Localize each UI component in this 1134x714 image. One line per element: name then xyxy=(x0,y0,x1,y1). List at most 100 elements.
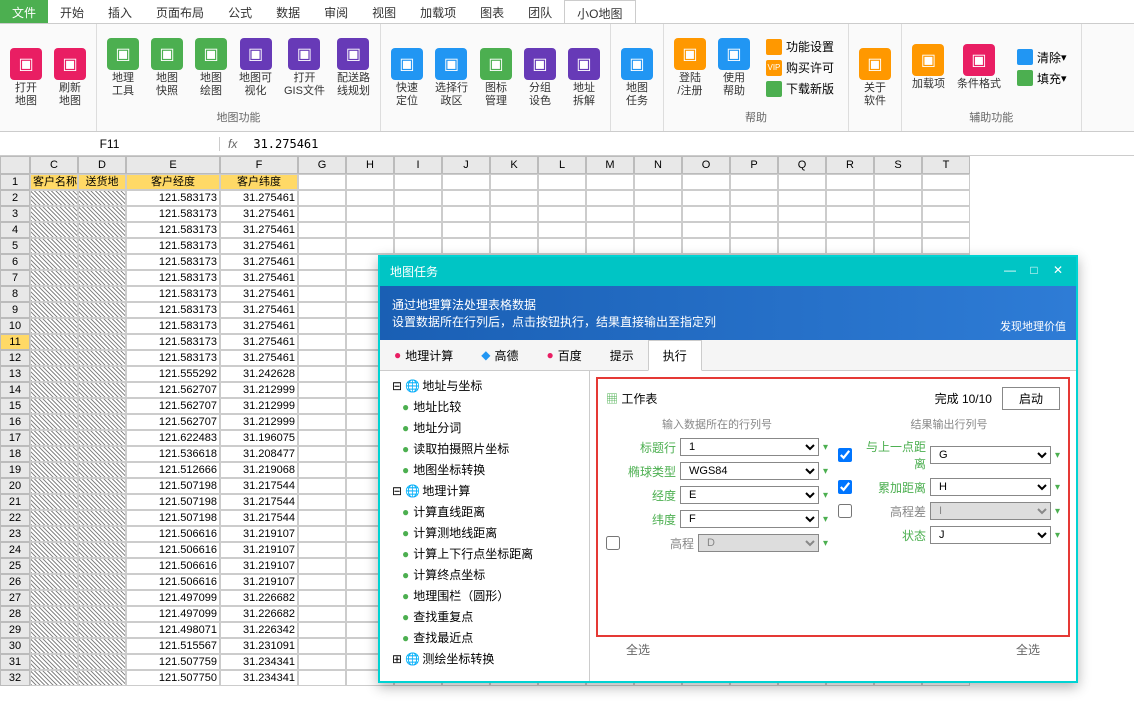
cell[interactable] xyxy=(586,174,634,190)
row-header[interactable]: 9 xyxy=(0,302,30,318)
cell[interactable] xyxy=(730,222,778,238)
cell[interactable] xyxy=(30,206,78,222)
cell[interactable] xyxy=(682,222,730,238)
cell-header[interactable]: 送货地 xyxy=(78,174,126,190)
cell[interactable] xyxy=(30,398,78,414)
row-header[interactable]: 31 xyxy=(0,654,30,670)
ribbon-btn[interactable]: ▣加载项 xyxy=(906,28,951,107)
col-header-S[interactable]: S xyxy=(874,156,922,174)
tree-addr-coord[interactable]: ⊟ 🌐地址与坐标 xyxy=(384,375,585,396)
cell[interactable]: 121.562707 xyxy=(126,382,220,398)
maximize-button[interactable]: □ xyxy=(1026,263,1042,279)
row-header[interactable]: 3 xyxy=(0,206,30,222)
cell[interactable] xyxy=(346,206,394,222)
cell[interactable] xyxy=(30,638,78,654)
cell[interactable]: 31.208477 xyxy=(220,446,298,462)
cell[interactable] xyxy=(538,206,586,222)
cell[interactable]: 121.555292 xyxy=(126,366,220,382)
cell[interactable] xyxy=(778,190,826,206)
cell[interactable]: 121.507759 xyxy=(126,654,220,670)
btn-download[interactable]: 下载新版 xyxy=(762,78,838,99)
tree-survey[interactable]: ⊞ 🌐测绘坐标转换 xyxy=(384,648,585,669)
ribbon-btn[interactable]: ▣使用 帮助 xyxy=(712,28,756,107)
ribbon-btn[interactable]: ▣条件格式 xyxy=(951,28,1007,107)
tree-item[interactable]: ●查找重复点 xyxy=(384,606,585,627)
col-header-K[interactable]: K xyxy=(490,156,538,174)
col-header-E[interactable]: E xyxy=(126,156,220,174)
cell[interactable] xyxy=(442,174,490,190)
cell[interactable]: 121.583173 xyxy=(126,190,220,206)
cell[interactable] xyxy=(78,654,126,670)
cell[interactable] xyxy=(30,350,78,366)
form-select[interactable]: J xyxy=(930,526,1051,544)
tab-insert[interactable]: 插入 xyxy=(96,0,144,23)
form-select[interactable]: I xyxy=(930,502,1051,520)
cell[interactable] xyxy=(586,206,634,222)
cell[interactable] xyxy=(78,206,126,222)
row-header[interactable]: 17 xyxy=(0,430,30,446)
tab-addin[interactable]: 加载项 xyxy=(408,0,468,23)
row-header[interactable]: 10 xyxy=(0,318,30,334)
cell[interactable] xyxy=(78,238,126,254)
cell[interactable] xyxy=(298,654,346,670)
cell[interactable] xyxy=(538,238,586,254)
ribbon-btn[interactable]: ▣选择行 政区 xyxy=(429,28,474,127)
cell[interactable] xyxy=(490,222,538,238)
cell[interactable] xyxy=(78,270,126,286)
cell[interactable] xyxy=(298,414,346,430)
cell[interactable] xyxy=(394,238,442,254)
cell[interactable] xyxy=(30,494,78,510)
cell[interactable] xyxy=(394,190,442,206)
cell[interactable]: 31.219068 xyxy=(220,462,298,478)
cell[interactable]: 121.583173 xyxy=(126,334,220,350)
name-box[interactable]: F11 xyxy=(0,137,220,151)
cell[interactable] xyxy=(826,206,874,222)
cell[interactable] xyxy=(78,478,126,494)
row-header[interactable]: 26 xyxy=(0,574,30,590)
formula-input[interactable]: 31.275461 xyxy=(245,137,1134,151)
cell[interactable] xyxy=(442,206,490,222)
ribbon-btn[interactable]: ▣地图 绘图 xyxy=(189,28,233,107)
cell[interactable] xyxy=(30,318,78,334)
row-header[interactable]: 21 xyxy=(0,494,30,510)
dlg-tab-hint[interactable]: 提示 xyxy=(596,340,648,370)
select-all-corner[interactable] xyxy=(0,156,30,174)
cell[interactable] xyxy=(78,382,126,398)
tree-item[interactable]: ●计算测地线距离 xyxy=(384,522,585,543)
ribbon-btn[interactable]: ▣分组 设色 xyxy=(518,28,562,127)
cell[interactable] xyxy=(78,414,126,430)
cell[interactable] xyxy=(78,398,126,414)
cell[interactable]: 31.275461 xyxy=(220,206,298,222)
cell[interactable] xyxy=(298,334,346,350)
cell[interactable] xyxy=(298,398,346,414)
start-button[interactable]: 启动 xyxy=(1002,387,1060,410)
form-select[interactable]: H xyxy=(930,478,1051,496)
cell[interactable] xyxy=(490,174,538,190)
cell[interactable]: 31.275461 xyxy=(220,254,298,270)
ribbon-btn[interactable]: ▣打开 地图 xyxy=(4,28,48,127)
cell[interactable]: 31.275461 xyxy=(220,302,298,318)
cell[interactable] xyxy=(298,350,346,366)
row-header[interactable]: 32 xyxy=(0,670,30,686)
cell[interactable] xyxy=(682,238,730,254)
cell[interactable]: 31.212999 xyxy=(220,414,298,430)
cell[interactable] xyxy=(78,222,126,238)
row-header[interactable]: 1 xyxy=(0,174,30,190)
cell[interactable]: 31.217544 xyxy=(220,510,298,526)
cell[interactable] xyxy=(30,334,78,350)
tab-layout[interactable]: 页面布局 xyxy=(144,0,216,23)
tab-home[interactable]: 开始 xyxy=(48,0,96,23)
col-header-I[interactable]: I xyxy=(394,156,442,174)
cell[interactable]: 121.512666 xyxy=(126,462,220,478)
row-header[interactable]: 12 xyxy=(0,350,30,366)
cell[interactable] xyxy=(30,574,78,590)
cell[interactable] xyxy=(634,222,682,238)
cell[interactable]: 31.234341 xyxy=(220,670,298,686)
cell[interactable]: 121.507198 xyxy=(126,494,220,510)
cell[interactable] xyxy=(30,222,78,238)
fx-icon[interactable]: fx xyxy=(220,137,245,151)
cell[interactable]: 31.196075 xyxy=(220,430,298,446)
dropdown-icon[interactable]: ▾ xyxy=(823,442,828,453)
cell[interactable] xyxy=(298,366,346,382)
cell[interactable] xyxy=(298,222,346,238)
